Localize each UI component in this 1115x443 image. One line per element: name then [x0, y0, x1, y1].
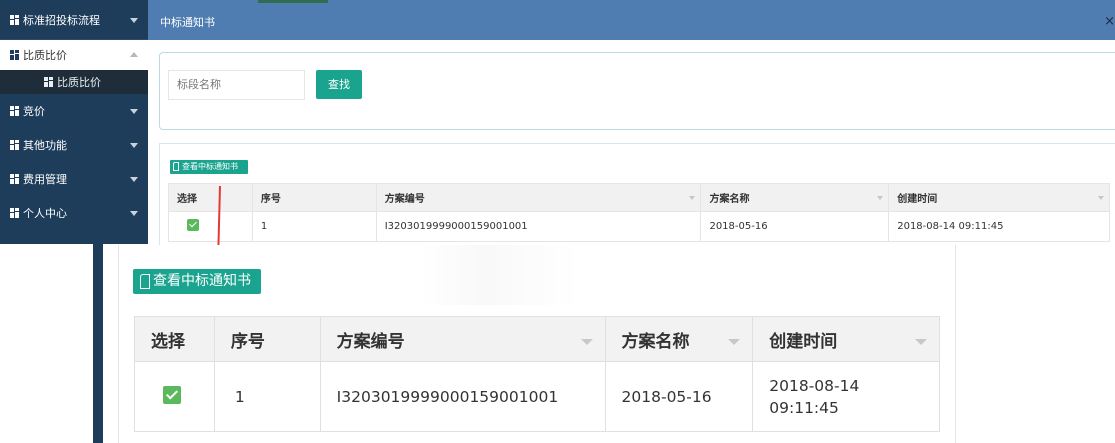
sidebar-subitem-quality-price[interactable]: 比质比价	[0, 70, 148, 94]
sidebar-item-fee-management[interactable]: 费用管理	[0, 162, 148, 196]
sidebar-item-label: 竞价	[23, 105, 45, 118]
checkbox-checked-icon[interactable]	[163, 385, 181, 404]
view-award-notice-label: 查看中标通知书	[153, 273, 251, 289]
sidebar-item-other-functions[interactable]: 其他功能	[0, 128, 148, 162]
row-created-date: 2018-08-14	[769, 376, 860, 395]
row-plan-name: 2018-05-16	[604, 361, 754, 432]
table-row[interactable]: 1 I3203019999000159001001 2018-05-16 201…	[134, 361, 940, 432]
chevron-down-icon	[130, 143, 138, 148]
chevron-down-icon	[130, 109, 138, 114]
row-created-time: 2018-08-14 09:11:45	[752, 361, 940, 432]
column-header-index: 序号	[213, 316, 321, 362]
sidebar-edge	[93, 244, 103, 443]
sidebar: 标准招投标流程 比质比价 比质比价 竞价 其他功能 费用管理 个人中心	[0, 0, 148, 244]
column-header-index: 序号	[251, 183, 377, 212]
checkbox-checked-icon[interactable]	[187, 219, 199, 231]
section-name-input[interactable]: 标段名称	[168, 70, 305, 100]
row-select-cell[interactable]	[134, 361, 215, 432]
row-created-time: 2018-08-14 09:11:45	[888, 211, 1110, 242]
sidebar-item-label: 标准招投标流程	[23, 13, 100, 27]
sidebar-item-label: 费用管理	[23, 173, 67, 186]
search-button[interactable]: 查找	[316, 70, 362, 99]
module-icon	[10, 174, 20, 184]
sort-icon[interactable]	[877, 196, 884, 200]
row-select-cell[interactable]	[168, 211, 253, 242]
sidebar-item-personal-center[interactable]: 个人中心	[0, 196, 148, 230]
sidebar-item-label: 其他功能	[23, 139, 67, 152]
view-award-notice-button-zoomed[interactable]: 查看中标通知书	[133, 269, 261, 294]
row-plan-code: I3203019999000159001001	[375, 211, 702, 242]
document-icon	[140, 274, 150, 289]
document-icon	[173, 162, 179, 171]
sidebar-item-label: 个人中心	[23, 207, 67, 220]
sidebar-item-label: 比质比价	[23, 49, 67, 62]
view-award-notice-label: 查看中标通知书	[182, 162, 238, 171]
module-icon	[44, 77, 54, 87]
module-icon	[10, 50, 20, 60]
sidebar-item-quality-price[interactable]: 比质比价	[0, 40, 148, 70]
column-header-created-time[interactable]: 创建时间	[888, 183, 1110, 212]
chevron-down-icon	[130, 177, 138, 182]
sidebar-item-label: 比质比价	[57, 76, 101, 89]
column-header-select: 选择	[134, 316, 215, 362]
row-index: 1	[213, 361, 321, 432]
view-award-notice-button[interactable]: 查看中标通知书	[170, 160, 248, 174]
row-plan-name: 2018-05-16	[700, 211, 890, 242]
sort-icon[interactable]	[580, 339, 593, 345]
chevron-down-icon	[130, 211, 138, 216]
module-icon	[10, 208, 20, 218]
results-table: 选择 序号 方案编号 方案名称 创建时间 1 I3203019999000159…	[168, 183, 1110, 242]
modal-header: 中标通知书 ×	[148, 0, 1115, 40]
sort-icon[interactable]	[915, 339, 927, 345]
column-header-plan-name[interactable]: 方案名称	[700, 183, 890, 212]
module-icon	[10, 106, 20, 116]
table-header-row: 选择 序号 方案编号 方案名称 创建时间	[134, 316, 940, 362]
active-tab-indicator	[258, 0, 328, 3]
column-header-plan-name[interactable]: 方案名称	[604, 316, 754, 362]
row-index: 1	[251, 211, 377, 242]
search-panel: 标段名称 查找	[159, 52, 1115, 130]
sort-icon[interactable]	[689, 196, 696, 200]
sort-icon[interactable]	[1098, 196, 1104, 200]
table-header-row: 选择 序号 方案编号 方案名称 创建时间	[168, 183, 1110, 212]
module-icon	[10, 14, 20, 25]
modal-title: 中标通知书	[160, 16, 215, 29]
chevron-up-icon	[130, 52, 138, 57]
sort-icon[interactable]	[728, 339, 741, 345]
column-header-select: 选择	[168, 183, 253, 212]
screen: 标准招投标流程 比质比价 比质比价 竞价 其他功能 费用管理 个人中心 中标通知…	[0, 0, 1115, 443]
column-header-plan-code[interactable]: 方案编号	[319, 316, 606, 362]
sidebar-item-standard-bidding[interactable]: 标准招投标流程	[0, 0, 148, 40]
table-row[interactable]: 1 I3203019999000159001001 2018-05-16 201…	[168, 211, 1110, 242]
row-plan-code: I3203019999000159001001	[319, 361, 606, 432]
close-icon[interactable]: ×	[1104, 14, 1115, 29]
row-created-clock: 09:11:45	[769, 398, 839, 417]
module-icon	[10, 140, 20, 150]
column-header-plan-code[interactable]: 方案编号	[375, 183, 702, 212]
results-table-zoomed: 选择 序号 方案编号 方案名称 创建时间 1 I3203019999000159…	[134, 316, 940, 432]
sidebar-item-bidding[interactable]: 竞价	[0, 94, 148, 128]
column-header-created-time[interactable]: 创建时间	[752, 316, 940, 362]
chevron-down-icon	[130, 17, 138, 23]
